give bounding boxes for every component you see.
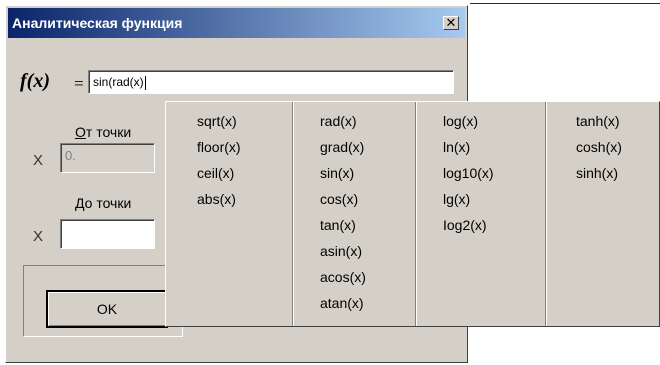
ok-button[interactable]: OK: [46, 290, 168, 328]
menu-column-2: rad(x) grad(x) sin(x) cos(x) tan(x) asin…: [293, 102, 416, 326]
menu-item-sqrt[interactable]: sqrt(x): [197, 113, 237, 129]
function-label: f(x): [20, 70, 50, 92]
menu-item-sin[interactable]: sin(x): [320, 165, 354, 181]
menu-item-ceil[interactable]: ceil(x): [197, 165, 234, 181]
menu-item-asin[interactable]: asin(x): [320, 243, 362, 259]
from-point-input[interactable]: 0.: [60, 143, 155, 173]
menu-item-lg[interactable]: lg(x): [443, 191, 470, 207]
background-line: [470, 3, 660, 4]
menu-item-cos[interactable]: cos(x): [320, 191, 358, 207]
menu-column-4: tanh(x) cosh(x) sinh(x): [546, 102, 660, 326]
menu-item-ln[interactable]: ln(x): [443, 139, 470, 155]
text-caret: [144, 75, 146, 90]
to-x-label: X: [33, 228, 44, 245]
menu-item-log2[interactable]: Iog2(x): [443, 217, 487, 233]
menu-item-grad[interactable]: grad(x): [320, 139, 364, 155]
close-icon: ✕: [445, 16, 457, 31]
menu-item-floor[interactable]: floor(x): [197, 139, 241, 155]
menu-item-tanh[interactable]: tanh(x): [576, 113, 620, 129]
title-bar: Аналитическая функция ✕: [8, 8, 465, 38]
from-x-label: X: [33, 152, 44, 169]
close-button[interactable]: ✕: [443, 16, 459, 31]
function-equals: =: [73, 74, 85, 93]
function-input-value: sin(rad(x): [93, 75, 144, 89]
menu-item-atan[interactable]: atan(x): [320, 295, 364, 311]
menu-item-rad[interactable]: rad(x): [320, 113, 357, 129]
menu-item-sinh[interactable]: sinh(x): [576, 165, 618, 181]
menu-item-tan[interactable]: tan(x): [320, 217, 356, 233]
from-point-label: От точки: [75, 124, 132, 140]
menu-item-log[interactable]: log(x): [443, 113, 478, 129]
menu-item-log10[interactable]: log10(x): [443, 165, 494, 181]
function-menu-popup: sqrt(x) floor(x) ceil(x) abs(x) rad(x) g…: [165, 101, 660, 327]
menu-column-3: log(x) ln(x) log10(x) lg(x) Iog2(x): [416, 102, 546, 326]
menu-item-cosh[interactable]: cosh(x): [576, 139, 622, 155]
menu-column-1: sqrt(x) floor(x) ceil(x) abs(x): [166, 102, 293, 326]
to-point-label: До точки: [75, 195, 132, 211]
dialog-title: Аналитическая функция: [12, 15, 183, 31]
menu-item-abs[interactable]: abs(x): [197, 191, 236, 207]
menu-item-acos[interactable]: acos(x): [320, 269, 366, 285]
to-point-input[interactable]: [60, 219, 155, 249]
function-input[interactable]: sin(rad(x): [88, 70, 454, 94]
